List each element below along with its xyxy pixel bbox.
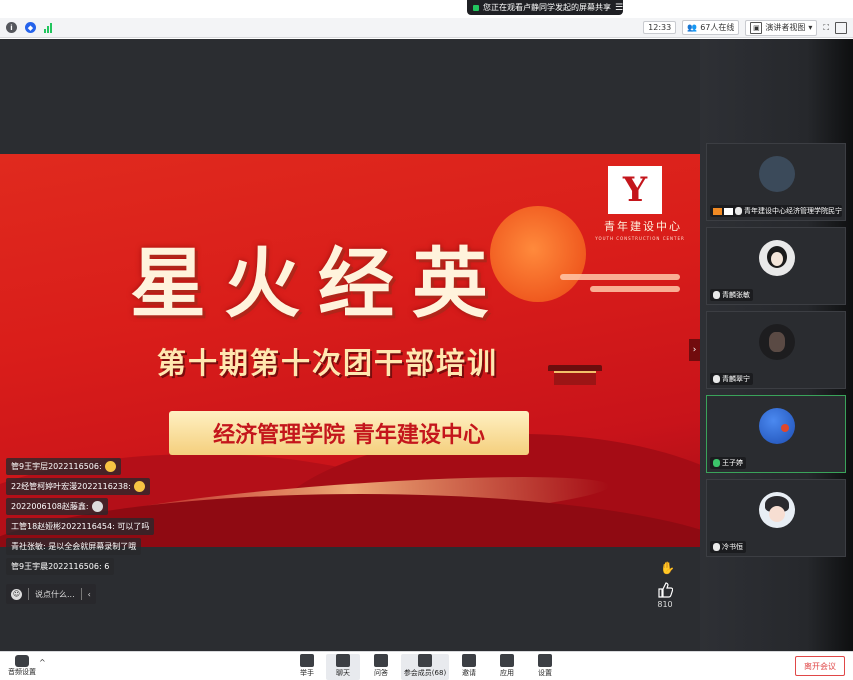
camera-icon (713, 207, 722, 215)
like-button[interactable]: 810 (654, 582, 676, 612)
view-mode-selector[interactable]: ▣ 演讲者视图 ▾ (745, 19, 818, 36)
audio-settings-button[interactable]: 音频设置 (8, 655, 36, 677)
mic-icon (713, 291, 720, 299)
avatar (759, 492, 795, 528)
participants-button[interactable]: 参会成员(68) (401, 654, 449, 680)
window-toggle-icon[interactable] (835, 21, 847, 34)
add-user-icon (462, 654, 476, 667)
slide-gate-graphic (548, 365, 602, 387)
shield-icon[interactable]: ◆ (25, 22, 36, 33)
qa-button[interactable]: 问答 (370, 654, 392, 680)
participant-count[interactable]: 👥 67人在线 (682, 20, 740, 35)
participant-name: 青麟翠宁 (710, 373, 753, 385)
shared-screen-area: 星火经英 第十期第十次团干部培训 经济管理学院 青年建设中心 Y 青年建设中心 … (0, 39, 700, 651)
participant-name: 青年建设中心经济管理学院民宁 (710, 205, 842, 217)
organization-logo: Y (608, 166, 662, 214)
like-count: 810 (657, 600, 673, 609)
participant-name: 冷书恒 (710, 541, 746, 553)
raise-hand-button[interactable]: 举手 (296, 654, 318, 680)
chat-overlay: 管9王宇层2022116506: 22经管柯婷叶宏漫2022116238: 20… (6, 458, 166, 578)
smile-icon[interactable]: ☺ (11, 588, 22, 600)
chat-message: 2022006108赵藤鑫: (6, 498, 108, 515)
mic-icon (713, 375, 720, 383)
participant-tile[interactable]: 冷书恒 (706, 479, 846, 557)
participant-name: 王子婷 (710, 457, 746, 469)
hand-reaction-icon: ✋ (660, 561, 675, 575)
participant-tile[interactable]: 青麟张敏 (706, 227, 846, 305)
screen-share-icon (724, 207, 733, 215)
speaker-view-icon: ▣ (750, 21, 763, 34)
gear-icon (538, 654, 552, 667)
chat-message: 青社张敏: 是以全会就屏幕录制了哦 (6, 538, 142, 555)
chat-message: 22经管柯婷叶宏漫2022116238: (6, 478, 150, 495)
participant-tile[interactable]: 青年建设中心经济管理学院民宁 (706, 143, 846, 221)
chat-message: 管9王宇层2022116506: (6, 458, 121, 475)
fullscreen-icon[interactable]: ⛶ (823, 23, 829, 33)
apps-button[interactable]: 应用 (496, 654, 518, 680)
slide-banner: 经济管理学院 青年建设中心 (169, 411, 529, 455)
chat-message: 工管18赵娅彬2022116454: 可以了吗 (6, 518, 155, 535)
avatar (759, 240, 795, 276)
thumbs-up-icon (658, 582, 673, 598)
info-icon[interactable]: i (6, 22, 17, 33)
participant-tile[interactable]: 王子婷 (706, 395, 846, 473)
clap-emoji-icon (133, 481, 145, 492)
meeting-timer: 12:33 (643, 21, 677, 34)
people-icon: 👥 (687, 23, 698, 32)
emoji-icon (104, 461, 116, 472)
slide-subtitle: 第十期第十次团干部培训 (157, 346, 499, 380)
status-bar: i ◆ 12:33 👥 67人在线 ▣ 演讲者视图 ▾ ⛶ (0, 18, 853, 38)
chat-collapse-button[interactable]: ‹ (88, 590, 91, 599)
share-status-icon (473, 4, 479, 11)
chat-button[interactable]: 聊天 (326, 654, 360, 680)
chat-input-row[interactable]: ☺ 说点什么... ‹ (6, 584, 96, 604)
chat-icon (336, 654, 350, 667)
speaker-icon (15, 655, 29, 667)
avatar (759, 324, 795, 360)
chat-input[interactable]: 说点什么... (35, 589, 75, 600)
share-banner-text: 您正在观看卢静同学发起的屏幕共享 (483, 3, 611, 12)
slide-cloud-graphic (560, 274, 680, 280)
collapse-panel-arrow[interactable]: › (689, 339, 700, 361)
logo-mark: Y (622, 170, 648, 210)
mic-icon (735, 207, 742, 215)
hand-emoji-icon (91, 501, 103, 512)
slide-cloud-graphic (590, 286, 680, 292)
audio-options-caret[interactable]: ^ (39, 658, 46, 667)
mic-icon (713, 543, 720, 551)
invite-button[interactable]: 邀请 (458, 654, 480, 680)
raise-hand-icon (300, 654, 314, 667)
avatar (759, 156, 795, 192)
avatar (759, 408, 795, 444)
menu-icon[interactable]: ☰ (615, 3, 623, 13)
settings-button[interactable]: 设置 (534, 654, 556, 680)
chat-message: 管9王宇晨2022116506: 6 (6, 558, 115, 575)
bottom-toolbar: 音频设置 ^ 举手 聊天 问答 参会成员(68) 邀请 应用 设置 离开会议 (0, 651, 853, 680)
logo-subtext: YOUTH CONSTRUCTION CENTER (595, 236, 685, 241)
apps-grid-icon (500, 654, 514, 667)
logo-text: 青年建设中心 (604, 220, 682, 233)
slide-title: 星火经英 (130, 239, 506, 328)
chevron-down-icon: ▾ (808, 23, 813, 32)
signal-icon[interactable] (44, 22, 52, 33)
screen-share-banner: 您正在观看卢静同学发起的屏幕共享 ☰ (467, 0, 623, 15)
participant-tile[interactable]: 青麟翠宁 (706, 311, 846, 389)
participant-name: 青麟张敏 (710, 289, 753, 301)
question-icon (374, 654, 388, 667)
people-icon (418, 654, 432, 667)
leave-meeting-button[interactable]: 离开会议 (795, 656, 845, 676)
mic-active-icon (713, 459, 720, 467)
